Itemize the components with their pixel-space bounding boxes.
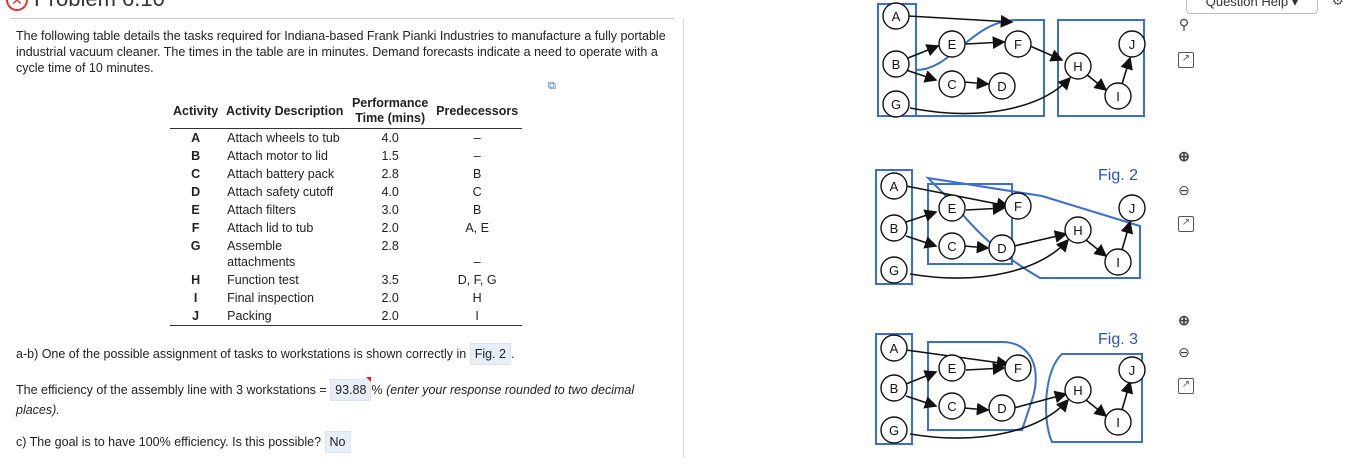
col-predecessors: Predecessors <box>432 94 523 129</box>
svg-text:H: H <box>1073 383 1082 398</box>
answer-possible[interactable]: No <box>324 431 351 453</box>
svg-text:B: B <box>892 57 901 72</box>
col-time: Performance Time (mins) <box>348 94 433 129</box>
table-row: J Packing 2.0 I <box>170 307 523 326</box>
zoom-in-icon[interactable]: ⚲ <box>1174 14 1194 34</box>
svg-text:G: G <box>891 97 901 112</box>
table-row: I Final inspection 2.0 H <box>193 291 482 305</box>
figure-3[interactable]: A B G E C D F H I J <box>872 330 1152 452</box>
svg-text:A: A <box>890 179 899 194</box>
svg-text:J: J <box>1129 37 1136 52</box>
figure-2[interactable]: A B G E C D F H I J <box>872 166 1152 288</box>
answer-efficiency[interactable]: 93.88 <box>330 377 372 401</box>
table-row: E Attach filters 3.0 B <box>191 203 482 217</box>
table-row: H Function test 3.5 D, F, G <box>191 273 497 287</box>
svg-text:H: H <box>1073 223 1082 238</box>
question-help-button[interactable]: Question Help ▾ <box>1186 0 1318 14</box>
zoom-in-icon[interactable]: ⊕ <box>1174 310 1194 330</box>
svg-text:A: A <box>892 9 901 24</box>
incorrect-flag-icon <box>366 377 372 382</box>
svg-text:J: J <box>1129 363 1136 378</box>
svg-text:C: C <box>947 239 956 254</box>
svg-text:C: C <box>947 399 956 414</box>
open-external-icon[interactable]: ↗ <box>1178 216 1194 232</box>
precedence-diagram-1: A B G E C D F H I J <box>877 2 1146 118</box>
open-external-icon[interactable]: ↗ <box>1178 378 1194 394</box>
svg-text:F: F <box>1014 361 1022 376</box>
open-external-icon[interactable]: ↗ <box>1178 52 1194 68</box>
table-header-row: Activity Activity Description Performanc… <box>170 94 523 129</box>
zoom-in-icon[interactable]: ⊕ <box>1174 146 1194 166</box>
copy-table-icon[interactable]: ⧉ <box>548 80 556 93</box>
question-efficiency: The efficiency of the assembly line with… <box>16 377 676 419</box>
zoom-out-icon[interactable]: ⊖ <box>1174 342 1194 362</box>
figure-1[interactable]: A B G E C D F H I J <box>872 0 1152 122</box>
svg-text:E: E <box>948 37 957 52</box>
table-row: F Attach lid to tub 2.0 A, E <box>191 221 489 235</box>
problem-title: ✕Problem 6.10 <box>6 0 165 12</box>
svg-text:G: G <box>889 263 899 278</box>
svg-text:F: F <box>1014 199 1022 214</box>
precedence-diagram-3: A B G E C D F H I J <box>875 333 1146 445</box>
panel-divider <box>683 18 684 458</box>
zoom-out-icon[interactable]: ⊖ <box>1174 180 1194 200</box>
table-row: B Attach motor to lid 1.5– <box>191 149 481 163</box>
svg-text:B: B <box>890 381 899 396</box>
task-table: Activity Activity Description Performanc… <box>170 94 523 326</box>
svg-text:G: G <box>889 423 899 438</box>
svg-text:D: D <box>997 79 1006 94</box>
divider <box>10 18 674 19</box>
answer-fig[interactable]: Fig. 2 <box>469 343 511 365</box>
svg-text:A: A <box>890 341 899 356</box>
svg-text:H: H <box>1073 59 1082 74</box>
svg-text:I: I <box>1116 415 1120 430</box>
svg-text:E: E <box>948 361 957 376</box>
svg-text:I: I <box>1116 89 1120 104</box>
col-activity: Activity <box>170 94 222 129</box>
svg-text:I: I <box>1116 255 1120 270</box>
table-row: C Attach battery pack 2.8 B <box>191 167 482 181</box>
svg-text:D: D <box>997 401 1006 416</box>
precedence-diagram-2: A B G E C D F H I J <box>875 169 1146 285</box>
svg-text:F: F <box>1014 37 1022 52</box>
question-c: c) The goal is to have 100% efficiency. … <box>16 431 351 453</box>
table-row: A Attach wheels to tub 4.0– <box>191 131 481 145</box>
svg-text:C: C <box>947 77 956 92</box>
svg-text:D: D <box>997 241 1006 256</box>
table-row: G Assemble attachments 2.8– <box>190 239 481 269</box>
svg-text:E: E <box>948 201 957 216</box>
incorrect-icon: ✕ <box>6 0 28 12</box>
table-row: D Attach safety cutoff 4.0 C <box>191 185 482 199</box>
col-description: Activity Description <box>221 94 349 129</box>
question-ab: a-b) One of the possible assignment of t… <box>16 343 514 365</box>
settings-icon[interactable]: ⚙ <box>1331 0 1344 9</box>
svg-text:B: B <box>890 221 899 236</box>
svg-text:J: J <box>1129 201 1136 216</box>
problem-intro: The following table details the tasks re… <box>16 29 666 75</box>
